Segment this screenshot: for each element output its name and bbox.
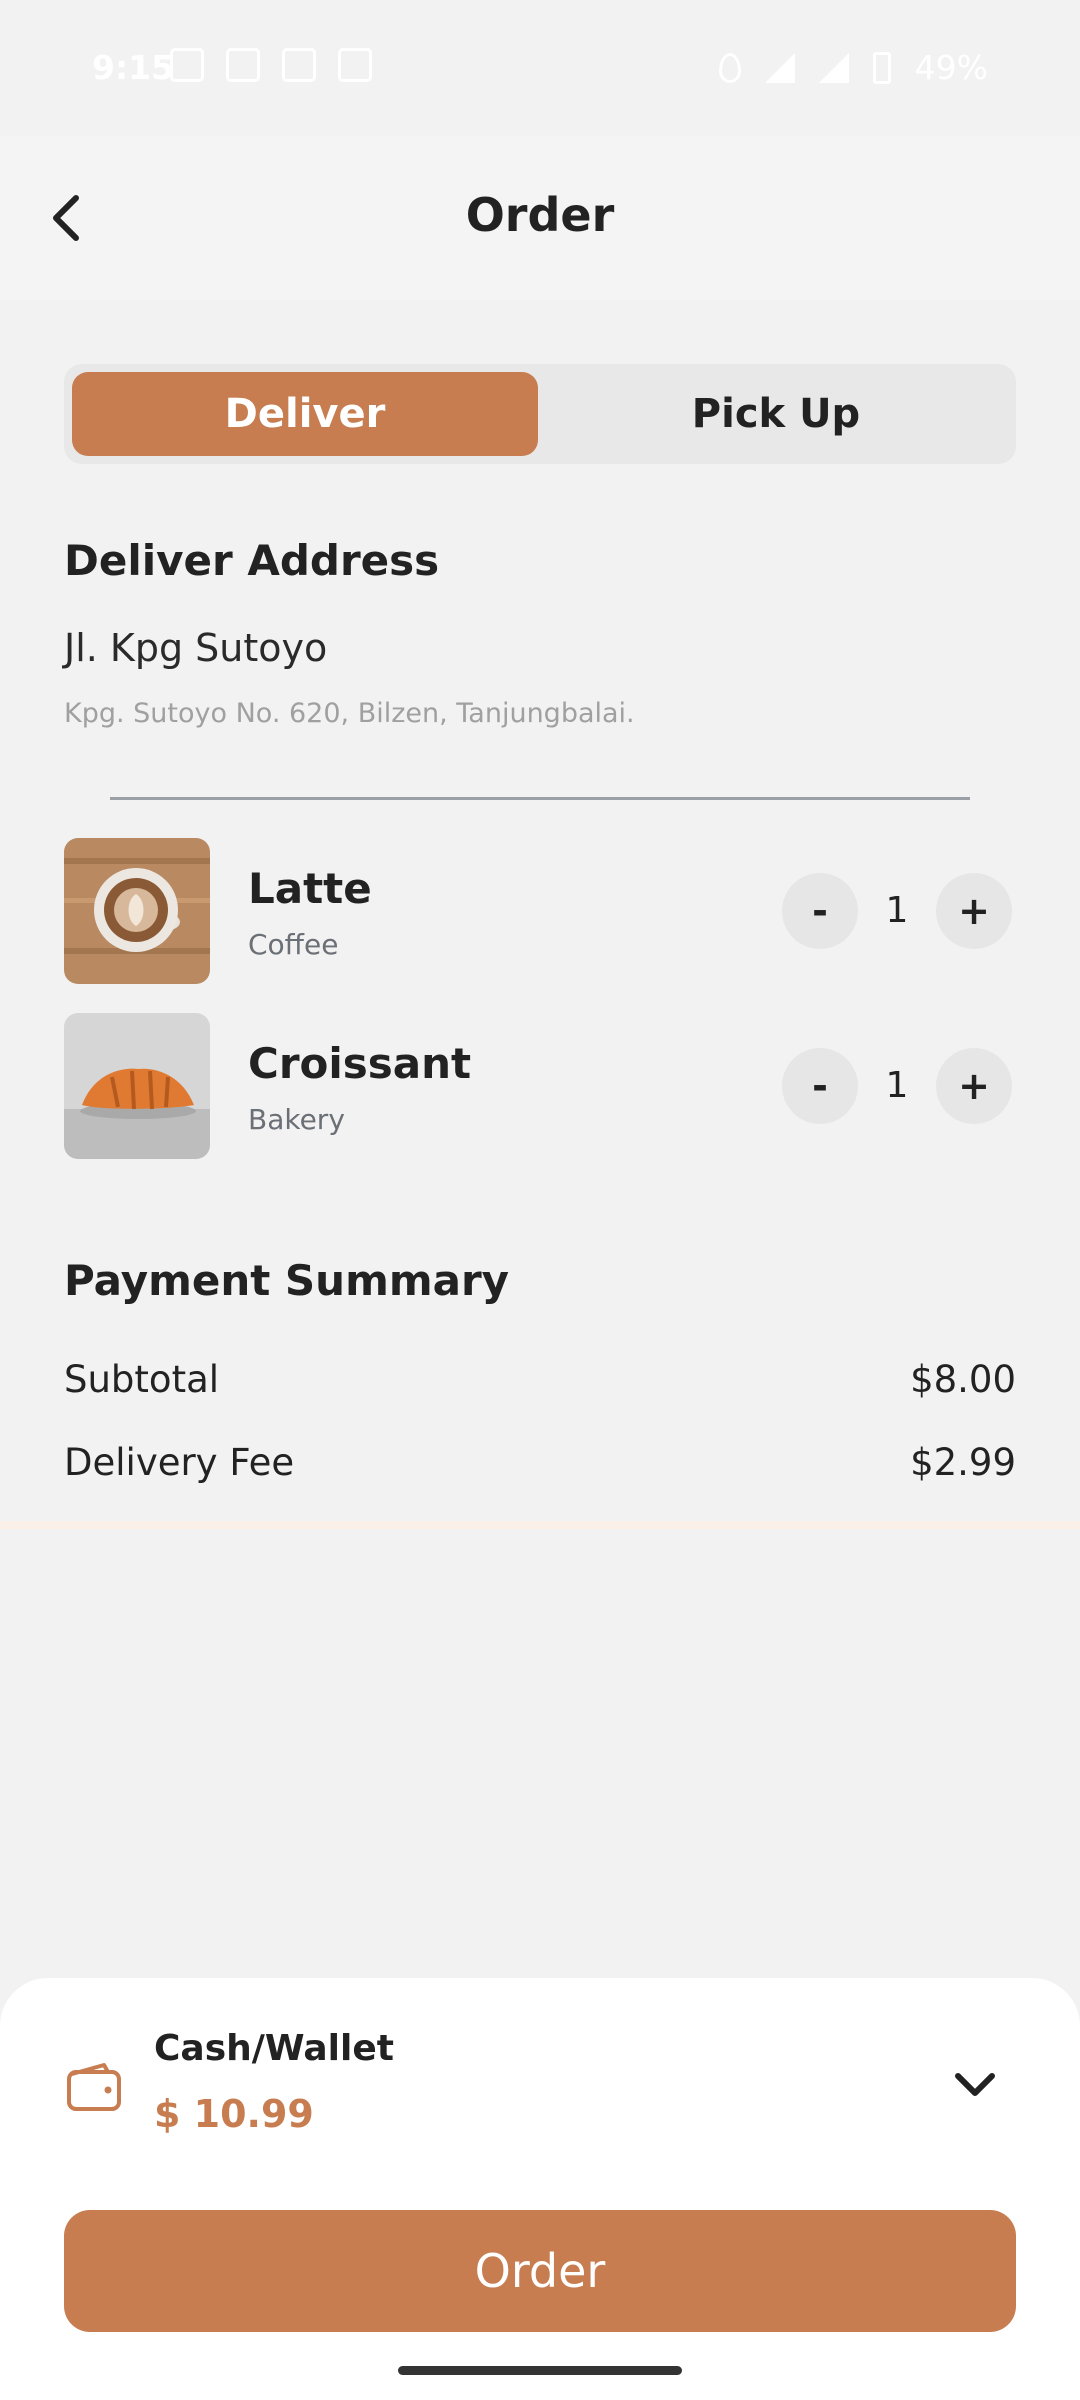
- system-icons: 49%: [718, 48, 988, 87]
- section-separator: [0, 1521, 1080, 1529]
- divider: [110, 797, 970, 800]
- notification-icon: [170, 48, 204, 82]
- subtotal-label: Subtotal: [64, 1358, 220, 1401]
- linkedin-icon: [226, 48, 260, 82]
- address-street: Jl. Kpg Sutoyo: [64, 626, 328, 670]
- status-bar: 9:15 49%: [0, 0, 1080, 136]
- croissant-image: [64, 1013, 210, 1159]
- checkout-sheet: Cash/Wallet $ 10.99 Order: [0, 1978, 1080, 2400]
- decrease-quantity-button[interactable]: -: [782, 1048, 858, 1124]
- item-category: Bakery: [248, 1103, 345, 1136]
- delivery-fee-value: $2.99: [910, 1441, 1016, 1484]
- item-quantity: 1: [885, 890, 909, 931]
- tab-deliver[interactable]: Deliver: [72, 372, 538, 456]
- increase-quantity-button[interactable]: +: [936, 873, 1012, 949]
- item-name: Croissant: [248, 1039, 472, 1088]
- order-button[interactable]: Order: [64, 2210, 1016, 2332]
- increase-quantity-button[interactable]: +: [936, 1048, 1012, 1124]
- item-quantity: 1: [885, 1065, 909, 1106]
- payment-summary-heading: Payment Summary: [64, 1256, 510, 1305]
- github-icon: [282, 48, 316, 82]
- wifi-icon: [764, 52, 795, 83]
- signal-icon: [818, 52, 849, 83]
- latte-image: [64, 838, 210, 984]
- delivery-fee-label: Delivery Fee: [64, 1441, 295, 1484]
- order-item-croissant: Croissant Bakery - 1 +: [64, 1013, 1016, 1159]
- decrease-quantity-button[interactable]: -: [782, 873, 858, 949]
- notification-icons: [170, 48, 372, 82]
- home-indicator: [398, 2366, 682, 2375]
- location-icon: [718, 52, 741, 83]
- page-title: Order: [465, 188, 615, 242]
- gmail-icon: [338, 48, 372, 82]
- chevron-down-icon[interactable]: [950, 2060, 1000, 2110]
- status-time: 9:15: [92, 48, 175, 87]
- address-heading: Deliver Address: [64, 536, 440, 585]
- subtotal-value: $8.00: [910, 1358, 1016, 1401]
- battery-level: 49%: [914, 48, 988, 87]
- item-name: Latte: [248, 864, 372, 913]
- wallet-icon: [67, 2063, 121, 2111]
- delivery-mode-toggle: Deliver Pick Up: [64, 364, 1016, 464]
- tab-pickup[interactable]: Pick Up: [544, 372, 1008, 456]
- app-header: Order: [0, 136, 1080, 300]
- order-total: $ 10.99: [154, 2092, 314, 2136]
- item-category: Coffee: [248, 928, 339, 961]
- payment-method-label[interactable]: Cash/Wallet: [154, 2028, 394, 2069]
- battery-icon: [872, 51, 891, 84]
- address-detail: Kpg. Sutoyo No. 620, Bilzen, Tanjungbala…: [64, 698, 635, 729]
- order-item-latte: Latte Coffee - 1 +: [64, 838, 1016, 984]
